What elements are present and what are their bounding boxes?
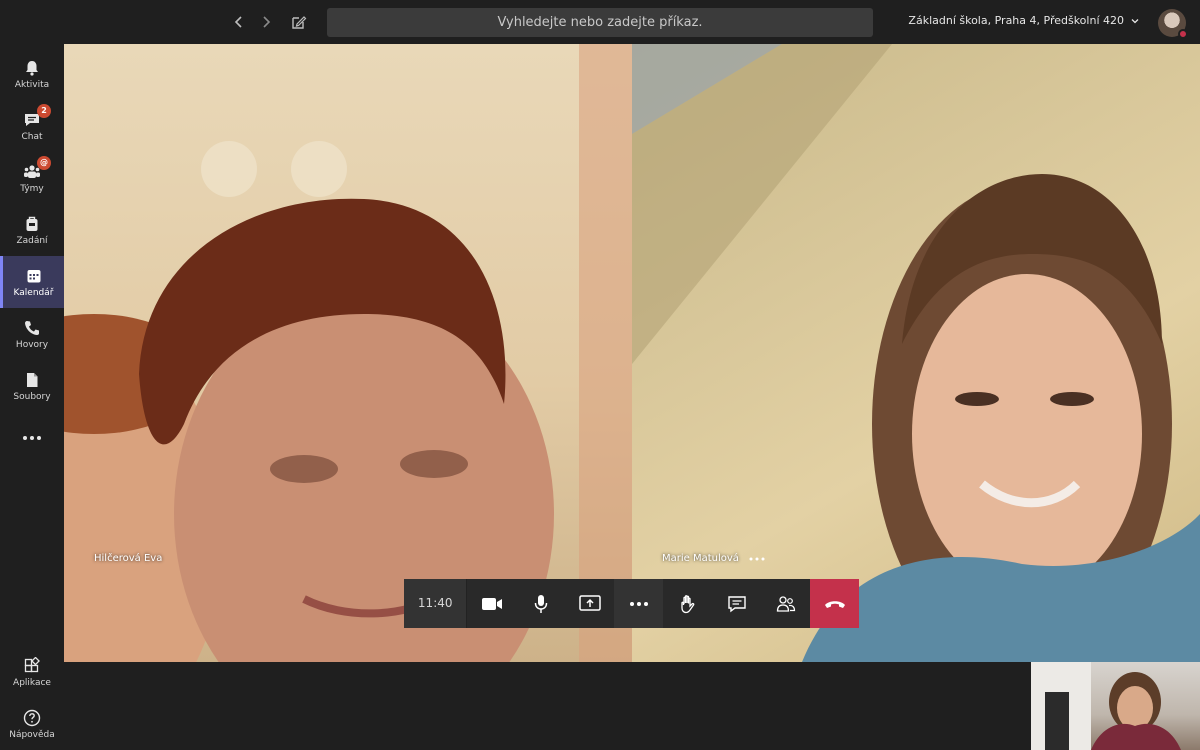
phone-icon xyxy=(25,320,39,335)
rail-item-label: Nápověda xyxy=(9,729,55,740)
participants-button[interactable] xyxy=(761,579,810,628)
more-icon xyxy=(23,436,41,440)
video-stage: Hilčerová Eva Marie Matulová xyxy=(64,44,1200,662)
search-input[interactable]: Vyhledejte nebo zadejte příkaz. xyxy=(327,8,873,37)
chevron-down-icon xyxy=(1131,18,1139,23)
call-primary-controls xyxy=(467,579,615,628)
rail-item-label: Kalendář xyxy=(13,287,54,298)
raise-hand-icon xyxy=(681,594,695,613)
participant-video-image xyxy=(64,44,632,662)
call-tertiary-controls xyxy=(663,579,811,628)
meeting-bottom-area xyxy=(64,662,1200,750)
org-name: Základní škola, Praha 4, Předškolní 420 xyxy=(908,14,1124,27)
rail-item-label: Týmy xyxy=(20,183,44,194)
participant-name-tag: Hilčerová Eva xyxy=(94,553,162,564)
participant-name: Marie Matulová xyxy=(662,553,739,564)
microphone-icon xyxy=(534,594,548,613)
self-video-preview[interactable] xyxy=(1031,662,1200,750)
rail-item-assignments[interactable]: Zadání xyxy=(0,204,64,256)
chevron-right-icon xyxy=(263,16,271,28)
rail-more-button[interactable] xyxy=(0,412,64,464)
help-icon xyxy=(23,709,41,726)
rail-item-label: Zadání xyxy=(16,235,48,246)
rail-item-label: Chat xyxy=(21,131,43,142)
participant-video-tile[interactable]: Hilčerová Eva xyxy=(64,44,632,662)
participant-more-icon[interactable] xyxy=(749,557,765,561)
rail-item-calendar[interactable]: Kalendář xyxy=(0,256,64,308)
call-controls: 11:40 xyxy=(404,579,859,628)
compose-icon xyxy=(292,16,307,29)
microphone-button[interactable] xyxy=(516,579,565,628)
rail-item-label: Soubory xyxy=(13,391,51,402)
calendar-icon xyxy=(27,269,40,282)
participant-name: Hilčerová Eva xyxy=(94,553,163,564)
rail-item-files[interactable]: Soubory xyxy=(0,360,64,412)
rail-item-activity[interactable]: Aktivita xyxy=(0,48,64,100)
apps-icon xyxy=(24,656,40,672)
top-bar: Vyhledejte nebo zadejte příkaz. Základní… xyxy=(0,0,1200,44)
rail-item-chat[interactable]: 2 Chat xyxy=(0,100,64,152)
bell-icon xyxy=(26,60,38,76)
call-secondary-controls xyxy=(614,579,664,628)
more-actions-button[interactable] xyxy=(614,579,663,628)
raise-hand-button[interactable] xyxy=(663,579,712,628)
teams-mention-badge: @ xyxy=(37,155,51,170)
share-screen-button[interactable] xyxy=(565,579,614,628)
assignments-icon xyxy=(26,216,38,231)
rail-item-calls[interactable]: Hovory xyxy=(0,308,64,360)
rail-item-apps[interactable]: Aplikace xyxy=(0,646,64,698)
video-camera-icon xyxy=(481,597,502,610)
chat-icon xyxy=(728,595,746,612)
files-icon xyxy=(27,372,38,387)
hang-up-button[interactable] xyxy=(810,579,859,628)
compose-button[interactable] xyxy=(289,12,309,32)
chat-panel-button[interactable] xyxy=(712,579,761,628)
presence-busy-icon xyxy=(1178,29,1188,39)
rail-item-help[interactable]: Nápověda xyxy=(0,698,64,750)
forward-button[interactable] xyxy=(256,12,276,32)
org-switcher[interactable]: Základní škola, Praha 4, Předškolní 420 xyxy=(908,14,1140,27)
rail-item-label: Aplikace xyxy=(13,677,51,688)
rail-item-label: Hovory xyxy=(15,339,49,350)
user-avatar[interactable] xyxy=(1158,9,1188,39)
chevron-left-icon xyxy=(234,16,242,28)
more-icon xyxy=(629,601,648,606)
camera-button[interactable] xyxy=(467,579,516,628)
teams-window: Vyhledejte nebo zadejte příkaz. Základní… xyxy=(0,0,1200,750)
hang-up-icon xyxy=(824,600,845,608)
participant-video-image xyxy=(632,44,1200,662)
back-button[interactable] xyxy=(229,12,249,32)
chat-badge: 2 xyxy=(37,103,51,118)
app-rail: Aktivita 2 Chat @ Týmy Zadání Kalendář H… xyxy=(0,44,64,750)
rail-item-teams[interactable]: @ Týmy xyxy=(0,152,64,204)
rail-item-label: Aktivita xyxy=(14,79,50,90)
participant-name-tag: Marie Matulová xyxy=(662,553,765,564)
share-screen-icon xyxy=(579,594,601,611)
self-video-image xyxy=(1031,662,1181,750)
call-duration: 11:40 xyxy=(404,579,468,628)
participants-icon xyxy=(776,595,796,612)
participant-video-tile[interactable]: Marie Matulová xyxy=(632,44,1200,662)
